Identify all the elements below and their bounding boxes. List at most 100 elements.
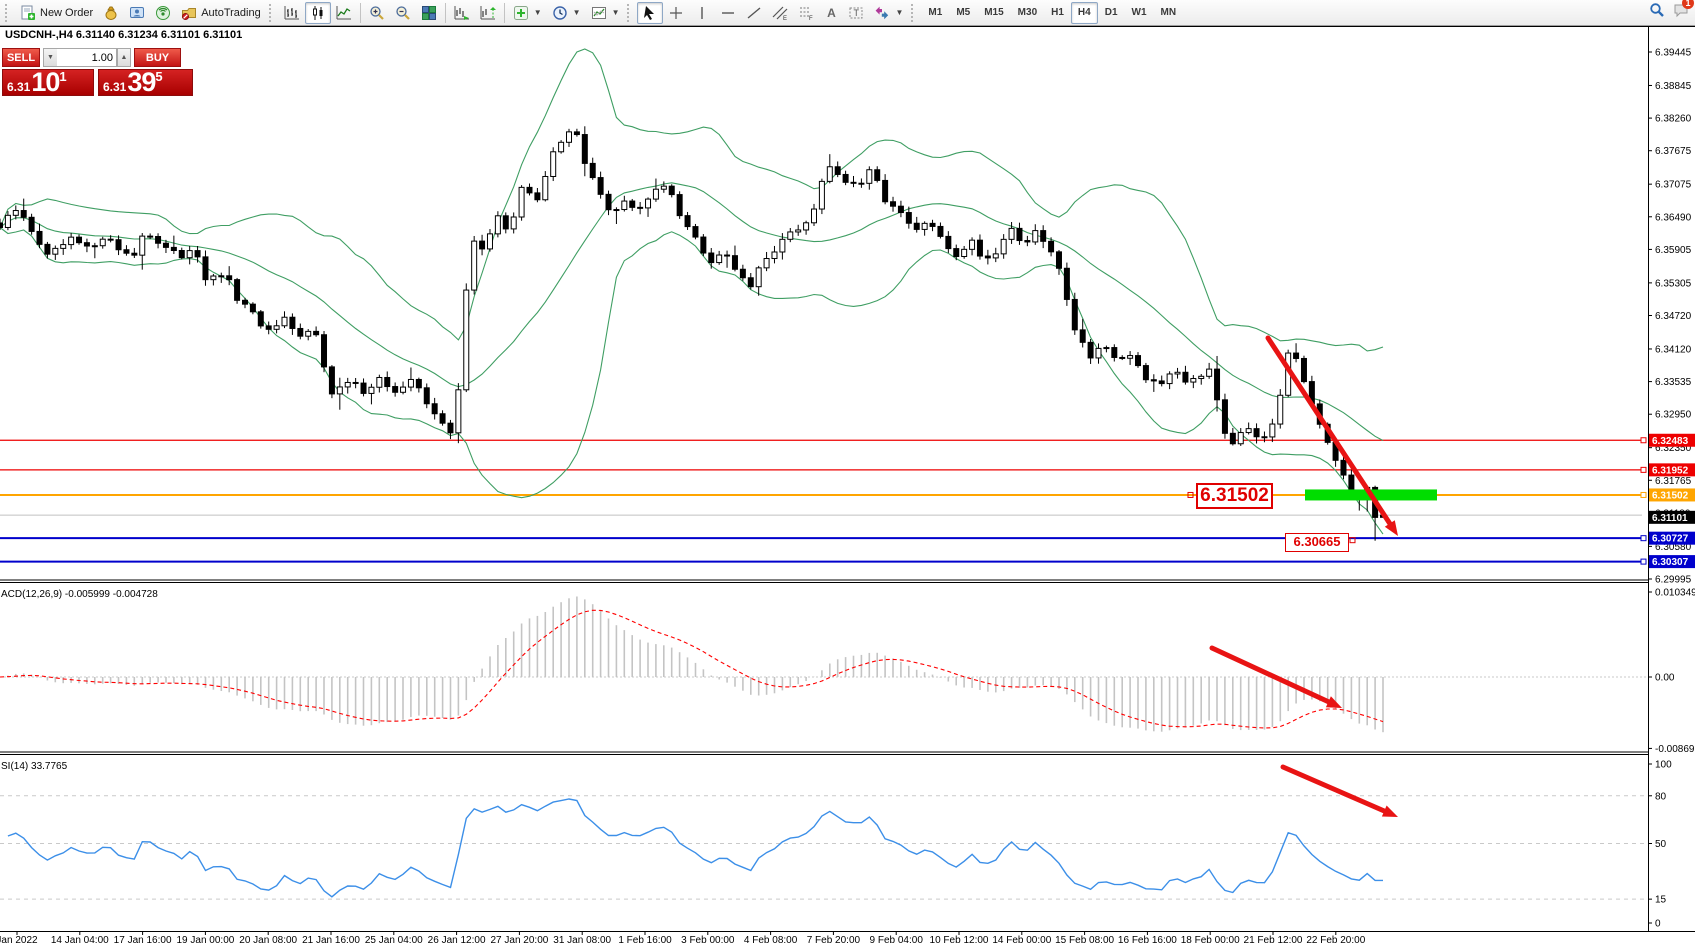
tf-button-M30[interactable]: M30 bbox=[1011, 2, 1044, 24]
candle-body bbox=[796, 230, 801, 232]
signals-button[interactable] bbox=[150, 2, 176, 24]
price-annotation-30665[interactable]: 6.30665 bbox=[1285, 533, 1349, 552]
zoom-out-button[interactable] bbox=[390, 2, 416, 24]
chart-canvas[interactable]: 6.394456.388456.382606.376756.370756.364… bbox=[0, 0, 1695, 945]
candle-body bbox=[1001, 239, 1006, 254]
tf-button-M15[interactable]: M15 bbox=[977, 2, 1010, 24]
rsi-axis-label: 80 bbox=[1655, 791, 1667, 802]
candle-body bbox=[361, 383, 366, 393]
cursor-icon bbox=[642, 5, 658, 21]
candle-body bbox=[124, 250, 129, 253]
candle-body bbox=[1175, 372, 1180, 374]
crosshair-button[interactable] bbox=[663, 2, 689, 24]
candle-body bbox=[1151, 380, 1156, 381]
sell-button[interactable]: SELL bbox=[2, 48, 40, 67]
trendline-button[interactable] bbox=[741, 2, 767, 24]
candle-body bbox=[1278, 395, 1283, 424]
candle-body bbox=[282, 317, 287, 326]
shapes-button[interactable]: ▼ bbox=[869, 2, 908, 24]
tile-windows-button[interactable] bbox=[416, 2, 442, 24]
candle-body bbox=[211, 276, 216, 280]
buy-button[interactable]: BUY bbox=[134, 48, 181, 67]
price-axis-label: 6.38845 bbox=[1655, 81, 1692, 92]
auto-scroll-button[interactable] bbox=[449, 2, 475, 24]
candle-body bbox=[503, 216, 508, 229]
cursor-button[interactable] bbox=[637, 2, 663, 24]
horizontal-line-button[interactable] bbox=[715, 2, 741, 24]
price-annotation-31502[interactable]: 6.31502 bbox=[1196, 483, 1273, 509]
buy-price-display[interactable]: 6.31 39 5 bbox=[98, 69, 193, 96]
price-axis-label: 6.34720 bbox=[1655, 311, 1692, 322]
candle-body bbox=[314, 331, 319, 334]
candle-body bbox=[732, 256, 737, 270]
volume-up-button[interactable]: ▲ bbox=[117, 48, 131, 67]
tf-button-M5[interactable]: M5 bbox=[949, 2, 977, 24]
zoom-in-button[interactable] bbox=[364, 2, 390, 24]
candle-body bbox=[693, 227, 698, 237]
candle-body bbox=[408, 379, 413, 387]
candle-body bbox=[156, 237, 161, 244]
search-icon[interactable] bbox=[1649, 2, 1665, 18]
candle-body bbox=[1120, 357, 1125, 358]
level-anchor-square[interactable] bbox=[1641, 467, 1646, 472]
tf-button-H1[interactable]: H1 bbox=[1044, 2, 1071, 24]
candle-body bbox=[69, 237, 74, 244]
zoom-in-icon bbox=[369, 5, 385, 21]
volume-input[interactable] bbox=[57, 48, 117, 67]
indicators-button[interactable]: ▼ bbox=[508, 2, 547, 24]
vertical-line-button[interactable] bbox=[689, 2, 715, 24]
candle-body bbox=[1230, 433, 1235, 443]
community-button[interactable] bbox=[124, 2, 150, 24]
periods-button[interactable]: ▼ bbox=[547, 2, 586, 24]
line-chart-button[interactable] bbox=[331, 2, 357, 24]
sell-price-prefix: 6.31 bbox=[7, 80, 30, 94]
candle-body bbox=[661, 186, 666, 189]
notifications-button[interactable]: 1 bbox=[1673, 2, 1689, 18]
vertical-line-icon bbox=[694, 5, 710, 21]
tf-button-H4[interactable]: H4 bbox=[1071, 2, 1098, 24]
sell-price-display[interactable]: 6.31 10 1 bbox=[2, 69, 94, 96]
bar-chart-button[interactable] bbox=[279, 2, 305, 24]
toolbar-separator bbox=[445, 3, 446, 23]
candle-body bbox=[0, 223, 3, 227]
candle-body bbox=[914, 223, 919, 229]
level-anchor-square[interactable] bbox=[1641, 492, 1646, 497]
candle-body bbox=[5, 215, 10, 227]
new-order-button[interactable]: New Order bbox=[15, 2, 98, 24]
chart-shift-icon bbox=[480, 5, 496, 21]
tf-button-W1[interactable]: W1 bbox=[1125, 2, 1154, 24]
candle-body bbox=[13, 211, 18, 216]
candle-body bbox=[195, 251, 200, 257]
candle-body bbox=[574, 132, 579, 135]
level-anchor-square[interactable] bbox=[1641, 438, 1646, 443]
candle-body bbox=[45, 244, 50, 254]
tf-button-M1[interactable]: M1 bbox=[921, 2, 949, 24]
volume-down-button[interactable]: ▼ bbox=[43, 48, 57, 67]
time-axis[interactable] bbox=[0, 932, 1695, 945]
candle-body bbox=[883, 180, 888, 201]
candle-body bbox=[1017, 228, 1022, 240]
candle-body bbox=[1064, 268, 1069, 299]
candle-body bbox=[84, 243, 89, 246]
deposit-button[interactable] bbox=[98, 2, 124, 24]
tf-button-MN[interactable]: MN bbox=[1154, 2, 1184, 24]
level-anchor-square[interactable] bbox=[1641, 536, 1646, 541]
fibonacci-button[interactable]: F bbox=[793, 2, 819, 24]
chart-shift-button[interactable] bbox=[475, 2, 501, 24]
candle-body bbox=[322, 335, 327, 367]
templates-button[interactable]: ▼ bbox=[586, 2, 625, 24]
tf-button-D1[interactable]: D1 bbox=[1098, 2, 1125, 24]
text-label-button[interactable]: T bbox=[843, 2, 869, 24]
candle-body bbox=[219, 276, 224, 277]
channel-button[interactable]: E bbox=[767, 2, 793, 24]
candle-body bbox=[21, 211, 26, 218]
text-label-icon: T bbox=[848, 5, 864, 21]
chart-title: USDCNH-,H4 6.31140 6.31234 6.31101 6.311… bbox=[5, 29, 242, 41]
autotrading-button[interactable]: AutoTrading bbox=[176, 2, 266, 24]
candle-body bbox=[1238, 433, 1243, 444]
candle-body bbox=[1143, 366, 1148, 380]
level-anchor-square[interactable] bbox=[1641, 559, 1646, 564]
rsi-axis-label: 50 bbox=[1655, 839, 1667, 850]
candlestick-button[interactable] bbox=[305, 2, 331, 24]
text-button[interactable]: A bbox=[819, 2, 843, 24]
